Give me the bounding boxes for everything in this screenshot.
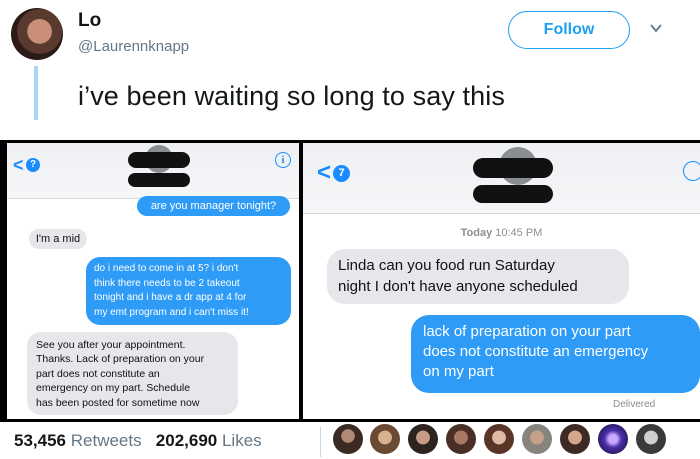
message-line: tonight and i have a dr app at 4 for — [94, 292, 247, 303]
message-text: are you manager tonight? — [150, 200, 277, 212]
redaction-bar — [473, 185, 553, 203]
avatar[interactable] — [11, 8, 63, 60]
message-line: See you after your appointment. — [36, 339, 186, 351]
liker-avatar[interactable] — [522, 424, 552, 454]
liker-avatar[interactable] — [333, 424, 363, 454]
message-line: do i need to come in at 5? i don't — [94, 263, 239, 274]
user-handle[interactable]: @Laurennknapp — [78, 38, 189, 55]
message-bubble-in: See you after your appointment. Thanks. … — [27, 332, 238, 415]
thread-line — [34, 66, 38, 120]
likes-label: Likes — [221, 431, 262, 450]
message-line: does not constitute an emergency — [423, 343, 649, 360]
tweet-stats: 53,456 Retweets 202,690 Likes — [14, 431, 262, 451]
message-line: Linda can you food run Saturday — [338, 257, 555, 274]
follow-button[interactable]: Follow — [508, 11, 630, 49]
message-line: Thanks. Lack of preparation on your — [36, 353, 205, 366]
unread-badge: 7 — [333, 165, 350, 182]
message-line: night I don't have anyone scheduled — [338, 278, 578, 295]
liker-avatar[interactable] — [370, 424, 400, 454]
display-name[interactable]: Lo — [78, 10, 101, 32]
message-line: think there needs to be 2 takeout — [94, 277, 240, 289]
liker-avatar[interactable] — [484, 424, 514, 454]
retweets-label: Retweets — [70, 431, 142, 450]
message-line: my emt program and i can't miss it! — [94, 306, 249, 318]
left-screenshot: < ? i are you manager tonight? I'm a mid… — [7, 143, 299, 419]
message-line: on my part — [423, 363, 494, 380]
liker-avatar[interactable] — [636, 424, 666, 454]
delivered-status: Delivered — [613, 399, 656, 410]
redaction-bar — [128, 152, 190, 168]
message-line: part does not constitute an — [36, 367, 160, 380]
redaction-bar — [128, 173, 190, 187]
timestamp-time: 10:45 PM — [495, 227, 543, 239]
chevron-down-icon[interactable] — [648, 20, 664, 36]
message-bubble-in: Linda can you food run Saturday night I … — [327, 249, 629, 304]
unread-badge: ? — [26, 158, 40, 172]
back-chevron-icon: < — [13, 155, 24, 175]
liker-avatar[interactable] — [408, 424, 438, 454]
info-icon: i — [275, 152, 291, 168]
message-line: emergency on my part. Schedule — [36, 382, 191, 395]
right-screenshot: < 7 Today 10:45 PM Linda can you food ru… — [303, 143, 700, 419]
likes-count: 202,690 — [155, 431, 218, 450]
likes-stat[interactable]: 202,690 Likes — [156, 431, 262, 450]
liker-avatar[interactable] — [560, 424, 590, 454]
liker-avatar[interactable] — [446, 424, 476, 454]
message-timestamp: Today 10:45 PM — [303, 227, 700, 239]
timestamp-day: Today — [460, 227, 493, 239]
retweets-count: 53,456 — [14, 431, 66, 450]
message-text: I'm a mid — [35, 233, 81, 245]
info-icon — [683, 161, 700, 181]
back-chevron-icon: < — [317, 159, 332, 186]
divider — [320, 427, 321, 457]
retweets-stat[interactable]: 53,456 Retweets — [14, 431, 142, 450]
redaction-bar — [473, 158, 553, 178]
message-line: has been posted for sometime now — [36, 396, 200, 409]
message-bubble-out: are you manager tonight? — [137, 196, 290, 216]
tweet-text: i’ve been waiting so long to say this — [78, 81, 505, 111]
liker-avatar[interactable] — [598, 424, 628, 454]
message-bubble-out: do i need to come in at 5? i don't think… — [86, 257, 291, 325]
message-bubble-in: I'm a mid — [29, 229, 87, 249]
message-bubble-out: lack of preparation on your part does no… — [411, 315, 700, 393]
phone-header — [303, 143, 700, 214]
message-line: lack of preparation on your part — [423, 323, 631, 340]
